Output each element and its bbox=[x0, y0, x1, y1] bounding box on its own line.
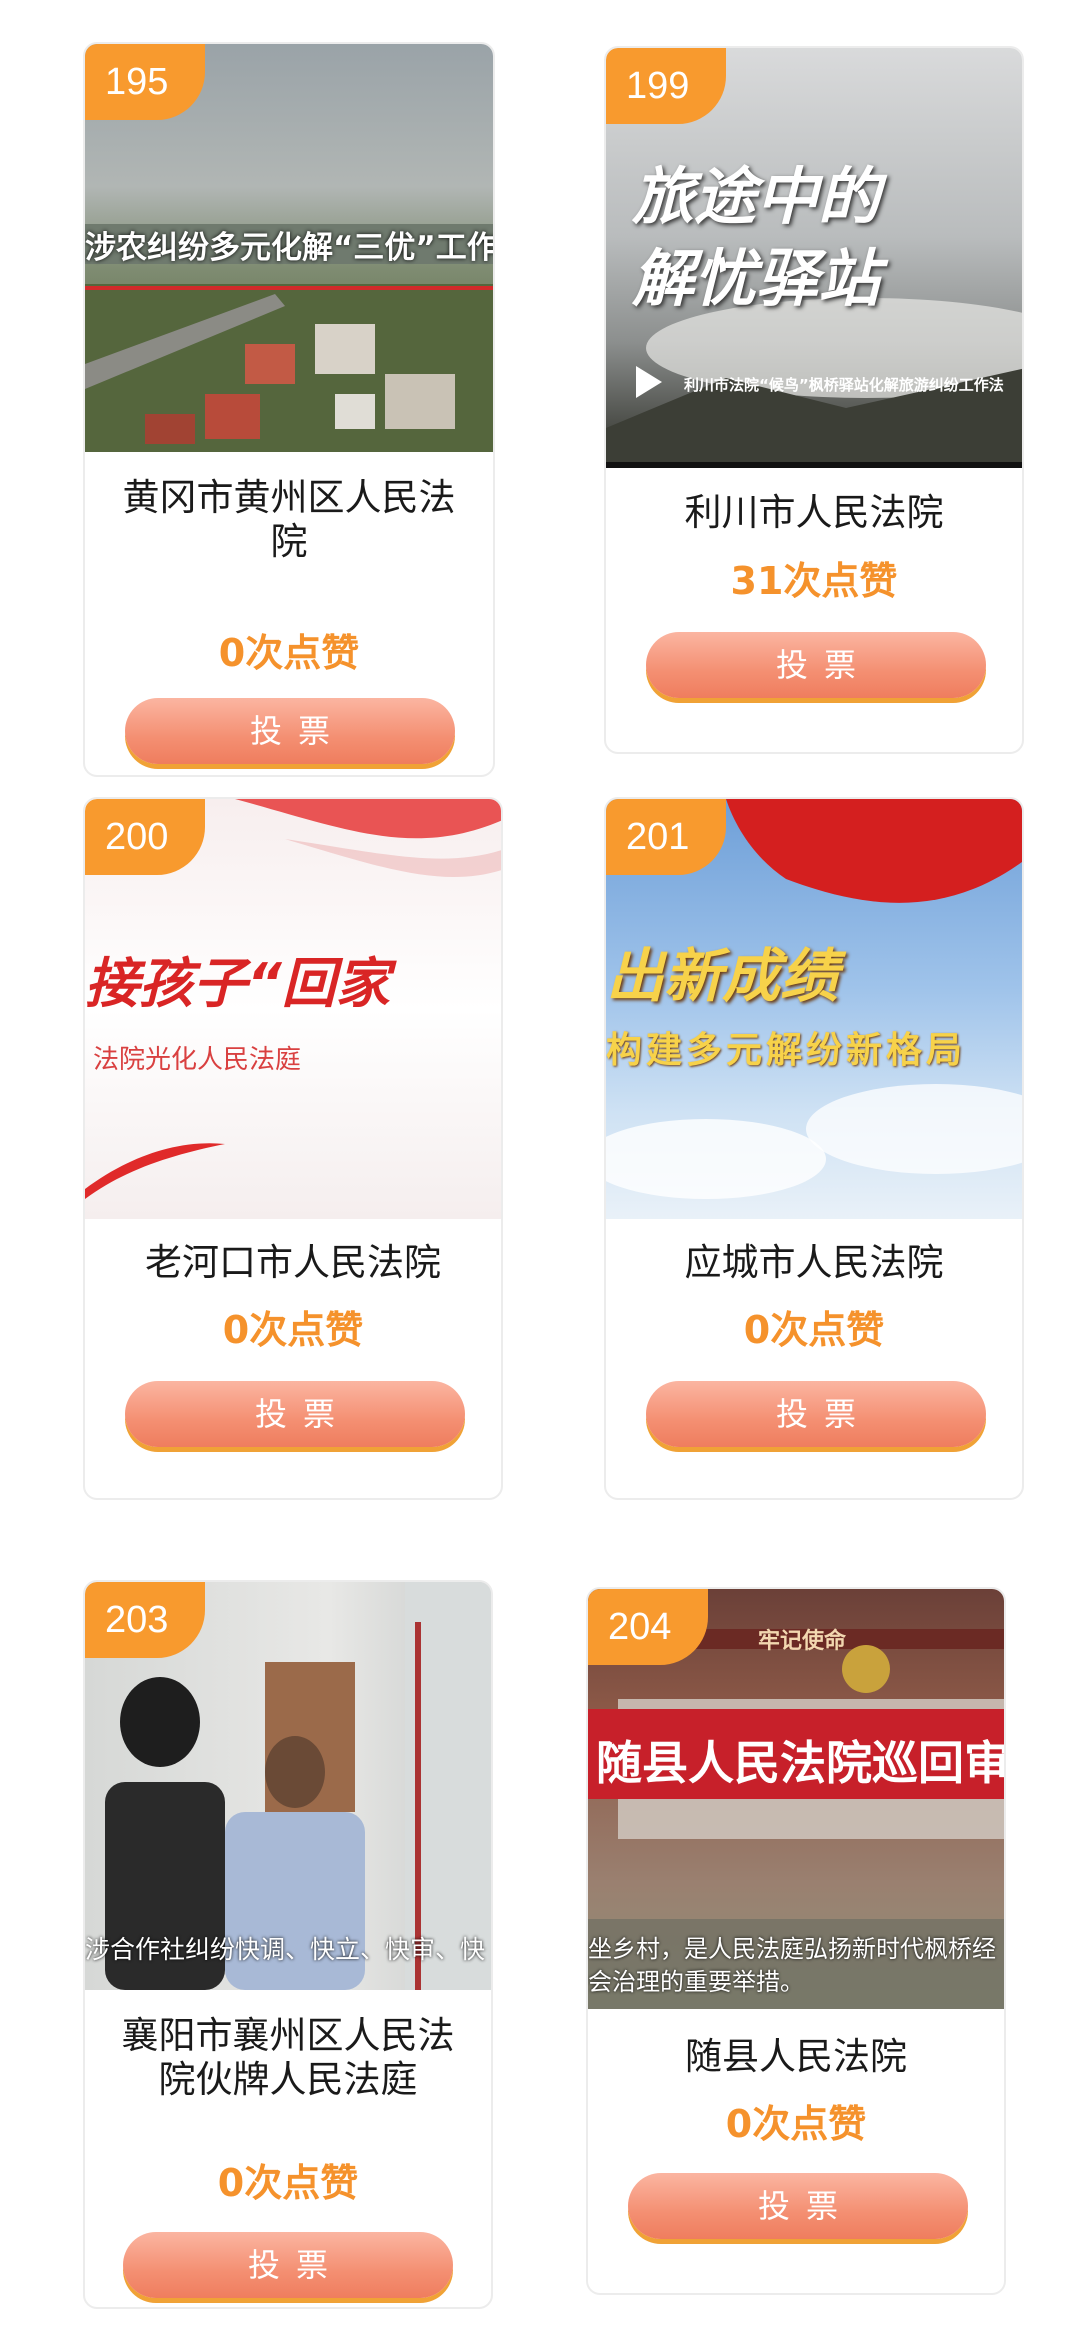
vote-button[interactable]: 投票 bbox=[628, 2173, 968, 2239]
like-count: 0次点赞 bbox=[743, 1308, 885, 1352]
thumbnail-banner: 随县人民法院巡回审判 bbox=[596, 1736, 1004, 1790]
entry-number-badge: 199 bbox=[606, 48, 726, 124]
like-count: 0次点赞 bbox=[222, 1308, 364, 1352]
thumbnail-subcaption: 利川市法院“候鸟”枫桥驿站化解旅游纠纷工作法 bbox=[684, 376, 1004, 394]
entry-number-badge: 203 bbox=[85, 1582, 205, 1658]
entry-card[interactable]: 涉合作社纠纷快调、快立、快审、快 203 襄阳市襄州区人民法院伙牌人民法庭 0次… bbox=[83, 1580, 493, 2309]
entry-title: 襄阳市襄州区人民法院伙牌人民法庭 bbox=[121, 2014, 455, 2101]
vote-button[interactable]: 投票 bbox=[646, 1381, 986, 1447]
play-icon[interactable] bbox=[636, 366, 662, 398]
entry-number-badge: 204 bbox=[588, 1589, 708, 1665]
thumbnail-caption-line-1: 旅途中的 bbox=[632, 160, 881, 233]
entry-title: 应城市人民法院 bbox=[684, 1241, 944, 1284]
video-thumbnail[interactable]: 出新成绩 构建多元解纷新格局 201 bbox=[606, 799, 1022, 1219]
thumbnail-subcaption: 法院光化人民法庭 bbox=[93, 1045, 302, 1075]
entry-title: 黄冈市黄州区人民法院 bbox=[122, 476, 456, 563]
vote-button[interactable]: 投票 bbox=[123, 2232, 453, 2298]
thumbnail-caption: 出新成绩 bbox=[606, 942, 839, 1010]
entry-number-badge: 200 bbox=[85, 799, 205, 875]
entry-title: 随县人民法院 bbox=[685, 2035, 907, 2078]
entry-card[interactable]: 旅途中的 解忧驿站 利川市法院“候鸟”枫桥驿站化解旅游纠纷工作法 199 利川市… bbox=[604, 46, 1024, 754]
like-count: 31次点赞 bbox=[730, 559, 898, 603]
vote-button[interactable]: 投票 bbox=[125, 1381, 465, 1447]
thumbnail-caption: 接孩子“回家 bbox=[85, 952, 390, 1015]
vote-button[interactable]: 投票 bbox=[646, 632, 986, 698]
thumbnail-top-sign: 牢记使命 bbox=[758, 1629, 847, 1654]
entry-title: 老河口市人民法院 bbox=[145, 1241, 441, 1284]
like-count: 0次点赞 bbox=[725, 2102, 867, 2146]
thumbnail-caption-line-1: 坐乡村，是人民法庭弘扬新时代枫桥经 bbox=[588, 1935, 996, 1963]
video-thumbnail[interactable]: 涉合作社纠纷快调、快立、快审、快 203 bbox=[85, 1582, 491, 1990]
entry-card[interactable]: 出新成绩 构建多元解纷新格局 201 应城市人民法院 0次点赞 投票 bbox=[604, 797, 1024, 1500]
thumbnail-caption: 涉农纠纷多元化解“三优”工作法 bbox=[85, 230, 493, 266]
thumbnail-caption-line-2: 解忧驿站 bbox=[632, 242, 881, 315]
video-thumbnail[interactable]: 旅途中的 解忧驿站 利川市法院“候鸟”枫桥驿站化解旅游纠纷工作法 199 bbox=[606, 48, 1022, 468]
entry-number-badge: 201 bbox=[606, 799, 726, 875]
thumbnail-caption: 涉合作社纠纷快调、快立、快审、快 bbox=[85, 1935, 486, 1964]
entry-number-badge: 195 bbox=[85, 44, 205, 120]
thumbnail-subcaption: 构建多元解纷新格局 bbox=[606, 1030, 967, 1071]
thumbnail-caption-line-2: 会治理的重要举措。 bbox=[588, 1968, 804, 1996]
entry-card[interactable]: 牢记使命 随县人民法院巡回审判 坐乡村，是人民法庭弘扬新时代枫桥经 会治理的重要… bbox=[586, 1587, 1006, 2295]
like-count: 0次点赞 bbox=[217, 2161, 359, 2205]
video-thumbnail[interactable]: 牢记使命 随县人民法院巡回审判 坐乡村，是人民法庭弘扬新时代枫桥经 会治理的重要… bbox=[588, 1589, 1004, 2009]
entry-title: 利川市人民法院 bbox=[684, 491, 944, 534]
vote-button[interactable]: 投票 bbox=[125, 698, 455, 764]
entry-card[interactable]: 涉农纠纷多元化解“三优”工作法 195 黄冈市黄州区人民法院 0次点赞 投票 bbox=[83, 42, 495, 777]
like-count: 0次点赞 bbox=[218, 631, 360, 675]
entry-card[interactable]: 接孩子“回家 法院光化人民法庭 200 老河口市人民法院 0次点赞 投票 bbox=[83, 797, 503, 1500]
video-thumbnail[interactable]: 接孩子“回家 法院光化人民法庭 200 bbox=[85, 799, 501, 1219]
video-thumbnail[interactable]: 涉农纠纷多元化解“三优”工作法 195 bbox=[85, 44, 493, 452]
